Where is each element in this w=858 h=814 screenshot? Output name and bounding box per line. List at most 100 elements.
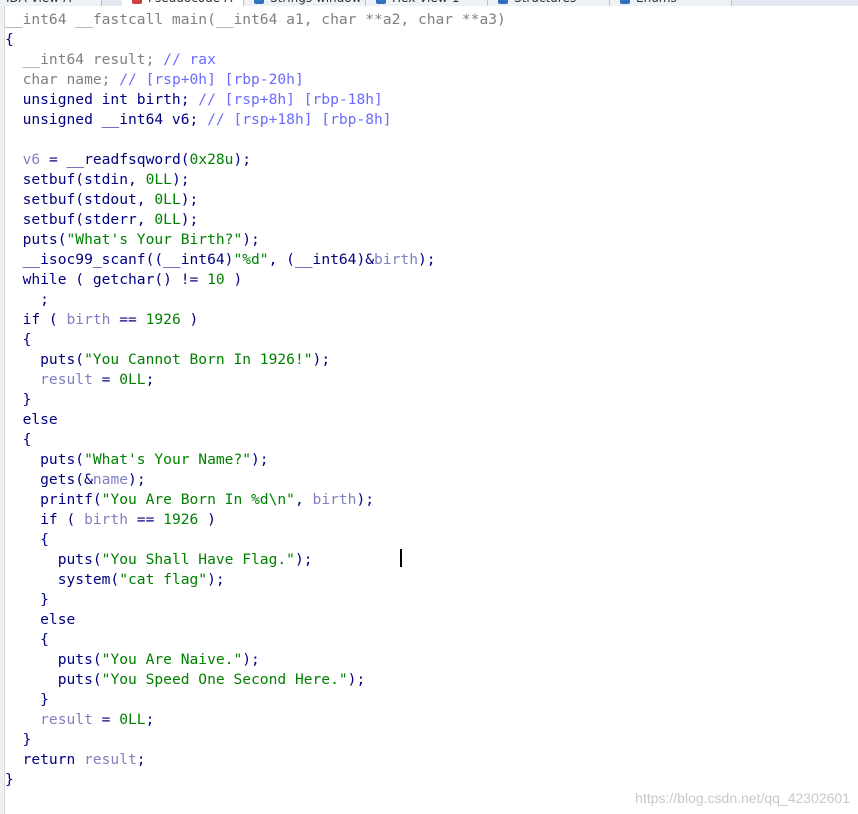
code-token: = bbox=[92, 711, 120, 728]
code-line[interactable]: puts("What's Your Birth?"); bbox=[5, 230, 506, 250]
tab-icon bbox=[132, 0, 142, 4]
code-line[interactable]: v6 = __readfsqword(0x28u); bbox=[5, 150, 506, 170]
code-line[interactable]: __int64 __fastcall main(__int64 a1, char… bbox=[5, 10, 506, 30]
code-line[interactable]: { bbox=[5, 30, 506, 50]
code-line[interactable]: { bbox=[5, 430, 506, 450]
code-token: ; bbox=[145, 371, 155, 388]
code-line[interactable]: if ( birth == 1926 ) bbox=[5, 310, 506, 330]
tab-3[interactable]: Hex View-1 bbox=[366, 0, 488, 6]
code-token: } bbox=[5, 731, 32, 748]
code-token: { bbox=[5, 631, 49, 648]
tab-icon bbox=[620, 0, 630, 4]
code-line[interactable]: puts("You Cannot Born In 1926!"); bbox=[5, 350, 506, 370]
code-token: birth bbox=[84, 511, 129, 528]
code-line[interactable]: } bbox=[5, 390, 506, 410]
code-token: = bbox=[92, 371, 120, 388]
code-line[interactable]: } bbox=[5, 690, 506, 710]
code-line[interactable]: setbuf(stdin, 0LL); bbox=[5, 170, 506, 190]
code-token: ) bbox=[224, 271, 243, 288]
tab-5[interactable]: Enums bbox=[610, 0, 732, 6]
code-line[interactable]: setbuf(stdout, 0LL); bbox=[5, 190, 506, 210]
code-token: ; bbox=[136, 751, 146, 768]
code-token: char name; bbox=[5, 71, 111, 88]
code-token: ); bbox=[356, 491, 375, 508]
code-line[interactable]: { bbox=[5, 630, 506, 650]
code-line[interactable]: unsigned int birth; // [rsp+8h] [rbp-18h… bbox=[5, 90, 506, 110]
code-token: puts( bbox=[5, 351, 85, 368]
code-token: puts( bbox=[5, 451, 85, 468]
code-token: setbuf(stderr, bbox=[5, 211, 155, 228]
tab-0[interactable]: IDA View-A bbox=[0, 0, 102, 6]
tab-2[interactable]: Strings window bbox=[244, 0, 366, 6]
code-line[interactable]: result = 0LL; bbox=[5, 370, 506, 390]
code-line[interactable]: __isoc99_scanf((__int64)"%d", (__int64)&… bbox=[5, 250, 506, 270]
code-line[interactable]: __int64 result; // rax bbox=[5, 50, 506, 70]
code-token: ); bbox=[207, 571, 225, 588]
code-token: unsigned __int64 v6; bbox=[5, 111, 199, 128]
code-line[interactable]: puts("What's Your Name?"); bbox=[5, 450, 506, 470]
code-token: while ( getchar() != bbox=[5, 271, 208, 288]
code-token: == bbox=[128, 511, 164, 528]
code-token: ); bbox=[251, 451, 269, 468]
code-line[interactable]: if ( birth == 1926 ) bbox=[5, 510, 506, 530]
code-token: v6 bbox=[5, 151, 41, 168]
code-token: "You Speed One Second Here." bbox=[101, 671, 348, 688]
code-token: "What's Your Birth?" bbox=[66, 231, 243, 248]
ida-pseudocode-window: IDA View-A Pseudocode-A Strings window Hex … bbox=[0, 0, 858, 814]
code-token: 0LL bbox=[154, 211, 181, 228]
code-token: setbuf(stdin, bbox=[5, 171, 146, 188]
code-token: printf( bbox=[5, 491, 102, 508]
code-line[interactable]: } bbox=[5, 590, 506, 610]
code-line[interactable]: printf("You Are Born In %d\n", birth); bbox=[5, 490, 506, 510]
code-line[interactable]: } bbox=[5, 730, 506, 750]
code-line[interactable]: { bbox=[5, 530, 506, 550]
code-line[interactable]: puts("You Shall Have Flag."); bbox=[5, 550, 506, 570]
code-token: ); bbox=[417, 251, 436, 268]
code-token: } bbox=[5, 771, 14, 788]
code-line[interactable]: else bbox=[5, 410, 506, 430]
code-line[interactable]: while ( getchar() != 10 ) bbox=[5, 270, 506, 290]
code-token: __int64 result; bbox=[5, 51, 155, 68]
code-line[interactable]: ; bbox=[5, 290, 506, 310]
pseudocode-editor[interactable]: __int64 __fastcall main(__int64 a1, char… bbox=[5, 10, 506, 790]
tab-1[interactable]: Pseudocode-A bbox=[122, 0, 244, 6]
code-token: , (__int64)& bbox=[268, 251, 375, 268]
code-line[interactable]: unsigned __int64 v6; // [rsp+18h] [rbp-8… bbox=[5, 110, 506, 130]
tab-4[interactable]: Structures bbox=[488, 0, 610, 6]
text-caret bbox=[400, 549, 402, 567]
code-token: ); bbox=[171, 171, 190, 188]
code-token: ); bbox=[312, 351, 331, 368]
code-line[interactable]: puts("You Speed One Second Here."); bbox=[5, 670, 506, 690]
tab-label: Strings window bbox=[270, 0, 361, 5]
code-line[interactable]: return result; bbox=[5, 750, 506, 770]
watermark: https://blog.csdn.net/qq_42302601 bbox=[635, 790, 850, 806]
code-token: { bbox=[5, 331, 32, 348]
code-line[interactable]: { bbox=[5, 330, 506, 350]
code-token: 10 bbox=[207, 271, 225, 288]
code-token: result bbox=[5, 711, 93, 728]
code-token: "What's Your Name?" bbox=[84, 451, 252, 468]
code-token: "You Are Born In %d\n" bbox=[101, 491, 295, 508]
code-token: if ( bbox=[5, 311, 67, 328]
code-token: return bbox=[5, 751, 85, 768]
code-line[interactable]: setbuf(stderr, 0LL); bbox=[5, 210, 506, 230]
code-line[interactable]: puts("You Are Naive."); bbox=[5, 650, 506, 670]
code-token: "%d" bbox=[233, 251, 269, 268]
tab-icon bbox=[498, 0, 508, 4]
code-token: else bbox=[5, 411, 58, 428]
code-token: system( bbox=[5, 571, 120, 588]
code-line[interactable] bbox=[5, 130, 506, 150]
code-token: __isoc99_scanf((__int64) bbox=[5, 251, 234, 268]
code-token: // [rsp+8h] [rbp-18h] bbox=[189, 91, 383, 108]
code-token: 1926 bbox=[163, 511, 199, 528]
code-line[interactable]: else bbox=[5, 610, 506, 630]
code-line[interactable]: system("cat flag"); bbox=[5, 570, 506, 590]
code-line[interactable]: result = 0LL; bbox=[5, 710, 506, 730]
code-token: unsigned int birth; bbox=[5, 91, 190, 108]
code-line[interactable]: char name; // [rsp+0h] [rbp-20h] bbox=[5, 70, 506, 90]
code-token: name bbox=[92, 471, 129, 488]
code-line[interactable]: gets(&name); bbox=[5, 470, 506, 490]
code-token: if ( bbox=[5, 511, 85, 528]
code-token: // [rsp+18h] [rbp-8h] bbox=[198, 111, 392, 128]
code-line[interactable]: } bbox=[5, 770, 506, 790]
